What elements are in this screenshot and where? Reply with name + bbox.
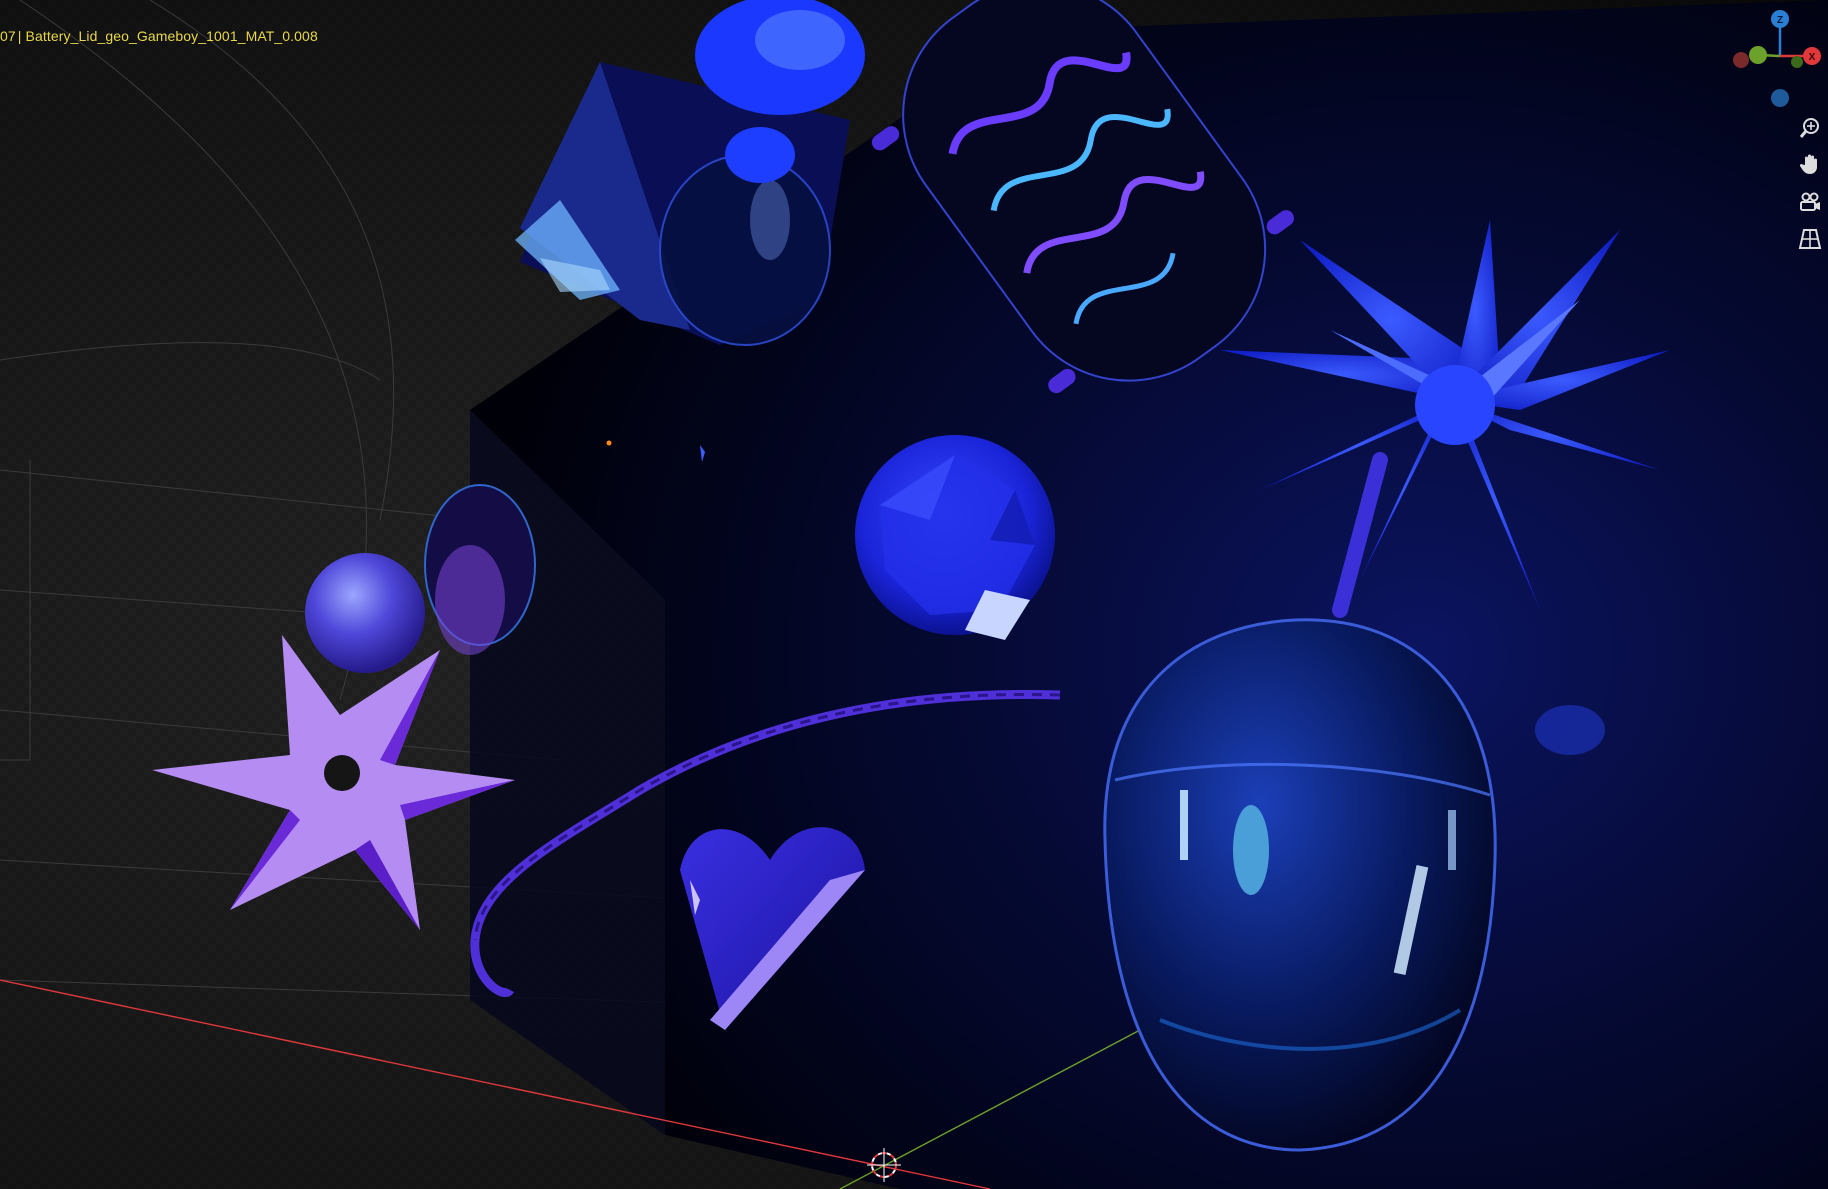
camera-view-icon[interactable] [1796,188,1824,216]
scene-render[interactable] [0,0,1828,1189]
x-axis-label: X [1809,52,1816,63]
gift-box-object[interactable] [515,0,865,346]
navigation-gizmo[interactable]: Z X [1718,0,1828,300]
pan-hand-icon[interactable] [1796,150,1824,178]
object-info-overlay: 07 | Battery_Lid_geo_Gameboy_1001_MAT_0.00… [0,28,318,44]
separator: | [17,28,22,44]
neg-y-axis-handle[interactable] [1791,56,1803,68]
zoom-icon[interactable] [1796,114,1824,142]
z-axis-label: Z [1777,15,1783,26]
object-origin [606,440,612,446]
active-object-name: Battery_Lid_geo_Gameboy_1001_MAT_0.008 [25,28,318,44]
frame-number: 07 [0,28,16,44]
neg-z-axis-handle[interactable] [1771,89,1789,107]
3d-viewport[interactable]: 07 | Battery_Lid_geo_Gameboy_1001_MAT_0.00… [0,0,1828,1189]
light-glow [1535,705,1605,755]
shuriken-object[interactable] [152,635,515,930]
neg-x-axis-handle[interactable] [1733,52,1749,68]
helmet-object[interactable] [1103,618,1497,1152]
axis-gizmo[interactable]: Z X [1718,0,1828,120]
perspective-grid-icon[interactable] [1796,225,1824,253]
y-axis-handle[interactable] [1749,46,1767,64]
